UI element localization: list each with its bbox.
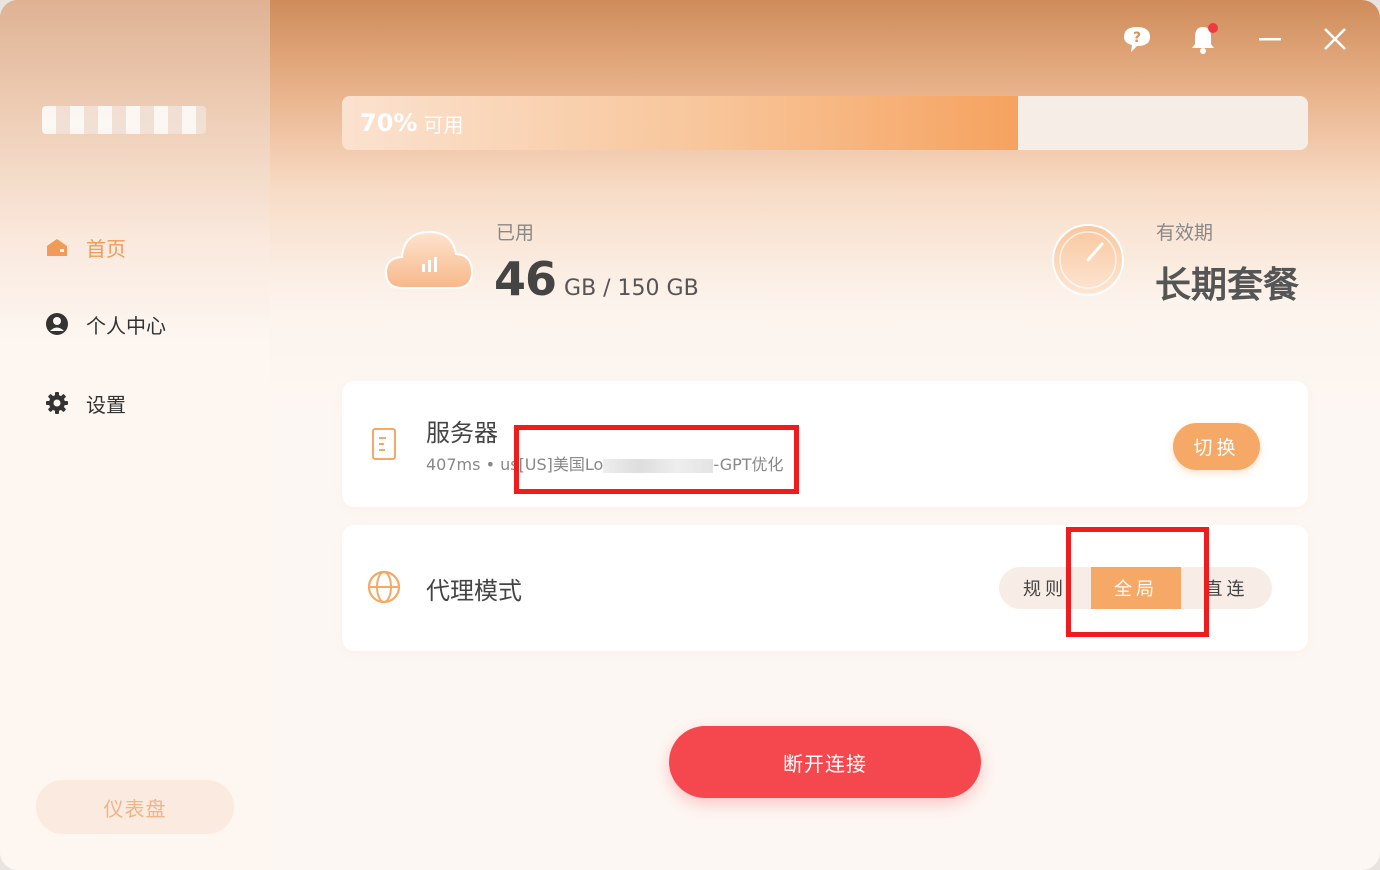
annotation-box: [1066, 527, 1209, 637]
sidebar: 首页 个人中心 设置 仪表盘: [0, 0, 270, 870]
annotation-box: [514, 425, 799, 494]
server-card[interactable]: 服务器 407ms • us[US]美国Lo -GPT优化 切换: [342, 381, 1308, 507]
sidebar-item-label: 个人中心: [86, 313, 166, 338]
app-window: 首页 个人中心 设置 仪表盘 ? 70% 可用 已用 46 GB / 150 G…: [0, 0, 1380, 870]
minimize-icon[interactable]: [1253, 22, 1287, 56]
svg-text:?: ?: [1133, 30, 1141, 46]
cloud-icon: [382, 222, 478, 302]
proxy-title: 代理模式: [426, 577, 522, 605]
help-icon[interactable]: ?: [1120, 22, 1154, 56]
progress-label: 70% 可用: [360, 96, 463, 150]
close-icon[interactable]: [1318, 22, 1352, 56]
used-total: GB / 150 GB: [564, 276, 699, 301]
server-latency: 407ms: [426, 455, 481, 474]
sidebar-item-profile[interactable]: 个人中心: [44, 308, 166, 340]
disconnect-button[interactable]: 断开连接: [669, 726, 981, 798]
bell-icon[interactable]: [1186, 22, 1220, 56]
dashboard-button[interactable]: 仪表盘: [36, 780, 234, 834]
validity-label: 有效期: [1156, 222, 1214, 244]
server-title: 服务器: [426, 419, 498, 447]
logo-blurred: [42, 106, 206, 134]
sidebar-item-label: 设置: [86, 392, 126, 417]
available-percent: 70%: [360, 109, 418, 137]
sidebar-item-label: 首页: [86, 236, 126, 261]
validity-value: 长期套餐: [1155, 265, 1300, 306]
sidebar-item-home[interactable]: 首页: [44, 231, 126, 263]
switch-server-button[interactable]: 切换: [1173, 423, 1260, 470]
globe-icon: [366, 569, 402, 609]
gear-icon: [44, 390, 70, 416]
used-label: 已用: [496, 222, 535, 244]
timer-icon: [1048, 220, 1128, 304]
sidebar-item-settings[interactable]: 设置: [44, 387, 126, 419]
available-suffix: 可用: [423, 112, 464, 137]
data-usage-progress-bar: 70% 可用: [342, 96, 1308, 150]
user-circle-icon: [44, 311, 70, 337]
server-icon: [370, 427, 398, 465]
used-value: 46 GB / 150 GB: [494, 252, 699, 306]
used-amount: 46: [494, 252, 557, 306]
home-icon: [44, 234, 70, 260]
